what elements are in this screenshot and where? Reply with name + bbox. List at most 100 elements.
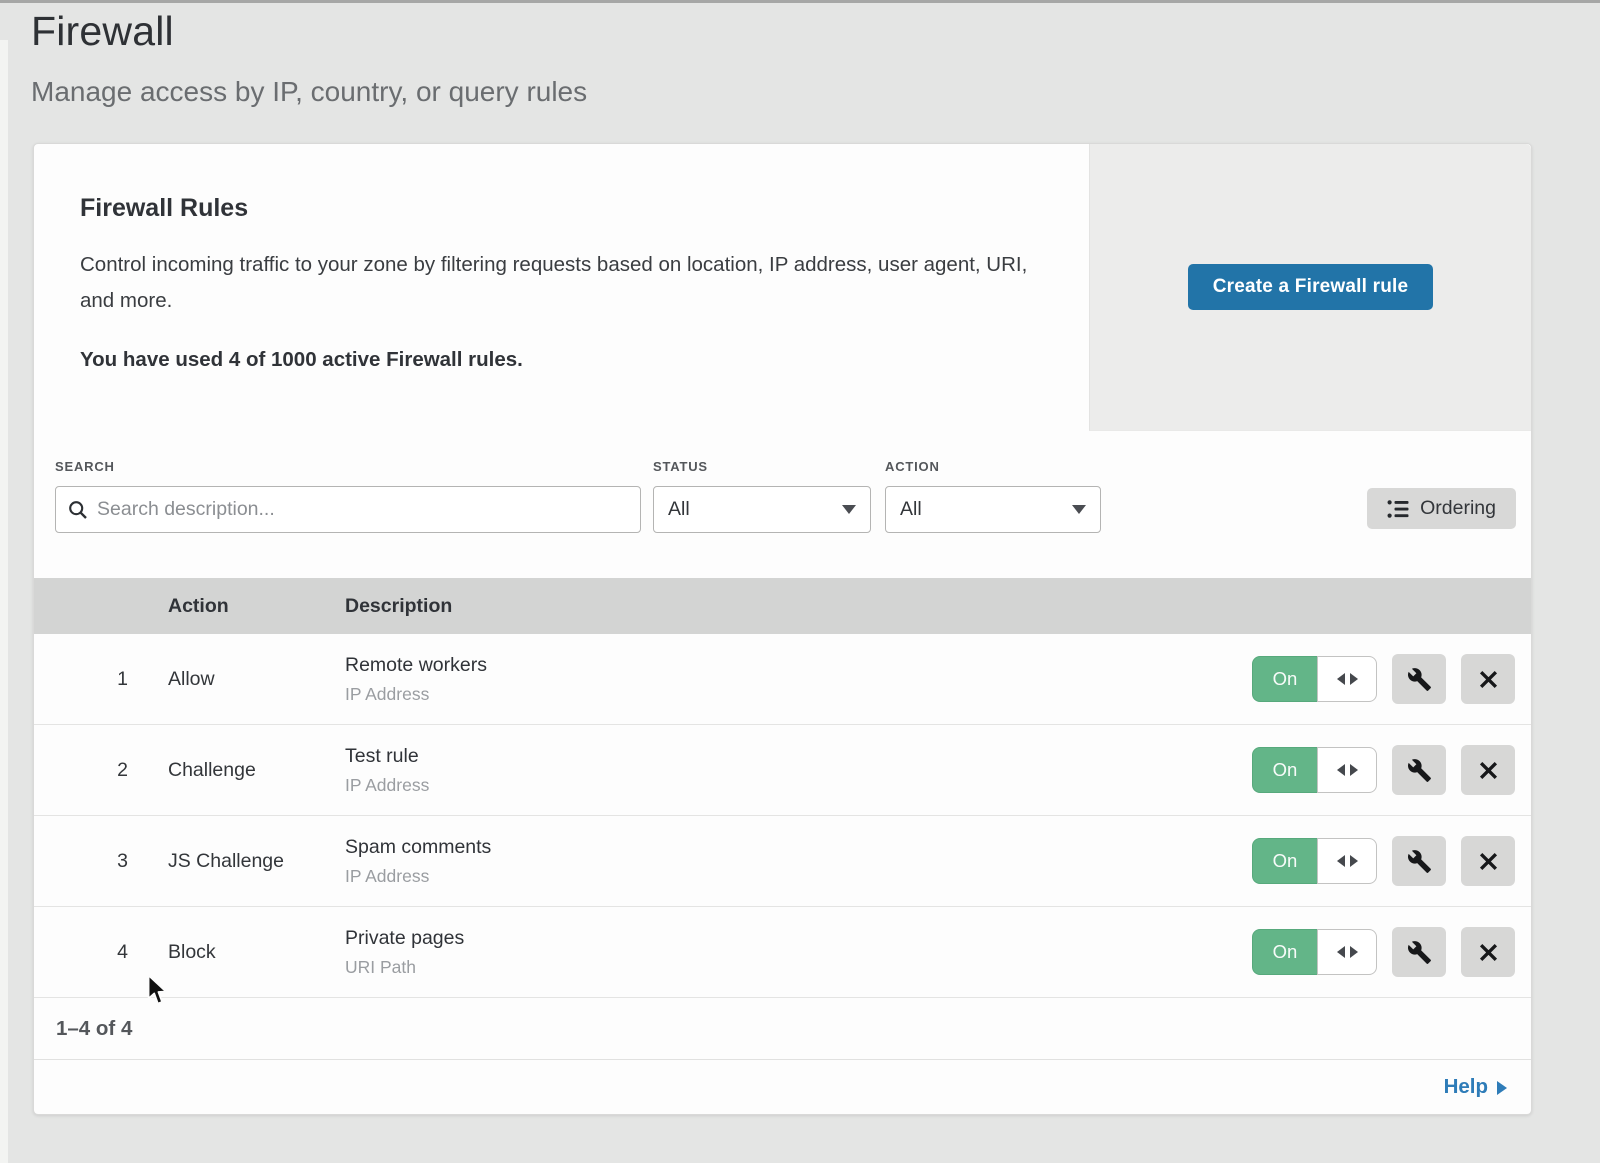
wrench-icon bbox=[1407, 849, 1432, 874]
rule-priority: 1 bbox=[34, 668, 168, 691]
rule-description-cell: Remote workers IP Address bbox=[345, 654, 1252, 705]
action-label: ACTION bbox=[885, 459, 1101, 474]
close-icon bbox=[1478, 942, 1499, 963]
rule-description: Test rule bbox=[345, 745, 1252, 768]
edit-rule-button[interactable] bbox=[1392, 927, 1446, 977]
toggle-on-label: On bbox=[1252, 838, 1317, 884]
info-heading: Firewall Rules bbox=[80, 194, 1040, 223]
rule-priority: 3 bbox=[34, 850, 168, 873]
status-filter-group: STATUS All bbox=[653, 459, 871, 578]
rule-action: Challenge bbox=[168, 759, 345, 782]
rule-priority: 2 bbox=[34, 759, 168, 782]
rule-field-type: IP Address bbox=[345, 684, 1252, 705]
help-link[interactable]: Help bbox=[1444, 1075, 1507, 1099]
toggle-knob[interactable] bbox=[1317, 656, 1377, 702]
description-column-header: Description bbox=[345, 595, 1531, 618]
search-box[interactable] bbox=[55, 486, 641, 533]
toggle-arrows-icon bbox=[1337, 673, 1345, 685]
wrench-icon bbox=[1407, 758, 1432, 783]
delete-rule-button[interactable] bbox=[1461, 654, 1515, 704]
toggle-on-label: On bbox=[1252, 747, 1317, 793]
toggle-arrows-icon bbox=[1337, 764, 1345, 776]
rule-description-cell: Private pages URI Path bbox=[345, 927, 1252, 978]
rule-action: Block bbox=[168, 941, 345, 964]
page-header: Firewall Manage access by IP, country, o… bbox=[31, 8, 587, 108]
ordering-list-icon bbox=[1387, 499, 1409, 519]
status-select-value: All bbox=[668, 498, 690, 521]
filter-section: SEARCH STATUS All ACTION All bbox=[34, 431, 1531, 578]
rule-field-type: IP Address bbox=[345, 866, 1252, 887]
usage-summary: You have used 4 of 1000 active Firewall … bbox=[80, 348, 1040, 372]
toggle-knob[interactable] bbox=[1317, 929, 1377, 975]
action-select[interactable]: All bbox=[885, 486, 1101, 533]
rule-action: JS Challenge bbox=[168, 850, 345, 873]
wrench-icon bbox=[1407, 667, 1432, 692]
toggle-knob[interactable] bbox=[1317, 838, 1377, 884]
create-firewall-rule-button[interactable]: Create a Firewall rule bbox=[1188, 264, 1434, 310]
card-footer: Help bbox=[34, 1059, 1531, 1114]
rule-description: Remote workers bbox=[345, 654, 1252, 677]
page-title: Firewall bbox=[31, 8, 587, 55]
rule-controls: On bbox=[1252, 927, 1531, 977]
rule-enabled-toggle[interactable]: On bbox=[1252, 929, 1377, 975]
edit-rule-button[interactable] bbox=[1392, 654, 1446, 704]
firewall-rules-card: Firewall Rules Control incoming traffic … bbox=[33, 143, 1532, 1115]
edit-rule-button[interactable] bbox=[1392, 745, 1446, 795]
status-select[interactable]: All bbox=[653, 486, 871, 533]
chevron-down-icon bbox=[1072, 505, 1086, 514]
action-select-value: All bbox=[900, 498, 922, 521]
toggle-arrows-icon bbox=[1350, 764, 1358, 776]
rule-enabled-toggle[interactable]: On bbox=[1252, 656, 1377, 702]
play-right-icon bbox=[1497, 1081, 1507, 1095]
delete-rule-button[interactable] bbox=[1461, 836, 1515, 886]
table-row: 3 JS Challenge Spam comments IP Address … bbox=[34, 816, 1531, 907]
toggle-on-label: On bbox=[1252, 656, 1317, 702]
rule-action: Allow bbox=[168, 668, 345, 691]
table-row: 1 Allow Remote workers IP Address On bbox=[34, 634, 1531, 725]
rule-enabled-toggle[interactable]: On bbox=[1252, 747, 1377, 793]
toggle-arrows-icon bbox=[1350, 946, 1358, 958]
close-icon bbox=[1478, 760, 1499, 781]
close-icon bbox=[1478, 669, 1499, 690]
delete-rule-button[interactable] bbox=[1461, 745, 1515, 795]
action-filter-group: ACTION All bbox=[885, 459, 1101, 578]
ordering-button[interactable]: Ordering bbox=[1367, 488, 1516, 529]
rule-description: Private pages bbox=[345, 927, 1252, 950]
action-column-header: Action bbox=[168, 595, 345, 618]
toggle-arrows-icon bbox=[1350, 855, 1358, 867]
toggle-knob[interactable] bbox=[1317, 747, 1377, 793]
search-icon bbox=[68, 500, 88, 520]
rule-description-cell: Test rule IP Address bbox=[345, 745, 1252, 796]
rule-priority: 4 bbox=[34, 941, 168, 964]
rule-field-type: IP Address bbox=[345, 775, 1252, 796]
toggle-on-label: On bbox=[1252, 929, 1317, 975]
rule-description: Spam comments bbox=[345, 836, 1252, 859]
rule-field-type: URI Path bbox=[345, 957, 1252, 978]
page-left-edge bbox=[0, 40, 8, 1163]
rule-enabled-toggle[interactable]: On bbox=[1252, 838, 1377, 884]
pagination-text: 1–4 of 4 bbox=[56, 1017, 132, 1041]
rules-table-body: 1 Allow Remote workers IP Address On bbox=[34, 634, 1531, 998]
create-rule-panel: Create a Firewall rule bbox=[1089, 144, 1531, 431]
toggle-arrows-icon bbox=[1337, 855, 1345, 867]
info-section: Firewall Rules Control incoming traffic … bbox=[34, 144, 1531, 431]
info-description: Control incoming traffic to your zone by… bbox=[80, 247, 1030, 319]
edit-rule-button[interactable] bbox=[1392, 836, 1446, 886]
help-link-label: Help bbox=[1444, 1075, 1488, 1099]
table-row: 4 Block Private pages URI Path On bbox=[34, 907, 1531, 998]
toggle-arrows-icon bbox=[1337, 946, 1345, 958]
rule-description-cell: Spam comments IP Address bbox=[345, 836, 1252, 887]
table-row: 2 Challenge Test rule IP Address On bbox=[34, 725, 1531, 816]
search-filter-group: SEARCH bbox=[55, 459, 641, 578]
delete-rule-button[interactable] bbox=[1461, 927, 1515, 977]
ordering-button-label: Ordering bbox=[1420, 497, 1496, 520]
search-input[interactable] bbox=[97, 498, 628, 521]
search-label: SEARCH bbox=[55, 459, 641, 474]
rule-controls: On bbox=[1252, 654, 1531, 704]
info-text-block: Firewall Rules Control incoming traffic … bbox=[80, 194, 1040, 372]
page-subtitle: Manage access by IP, country, or query r… bbox=[31, 76, 587, 108]
wrench-icon bbox=[1407, 940, 1432, 965]
rule-controls: On bbox=[1252, 836, 1531, 886]
table-header-row: Action Description bbox=[34, 578, 1531, 634]
status-label: STATUS bbox=[653, 459, 871, 474]
